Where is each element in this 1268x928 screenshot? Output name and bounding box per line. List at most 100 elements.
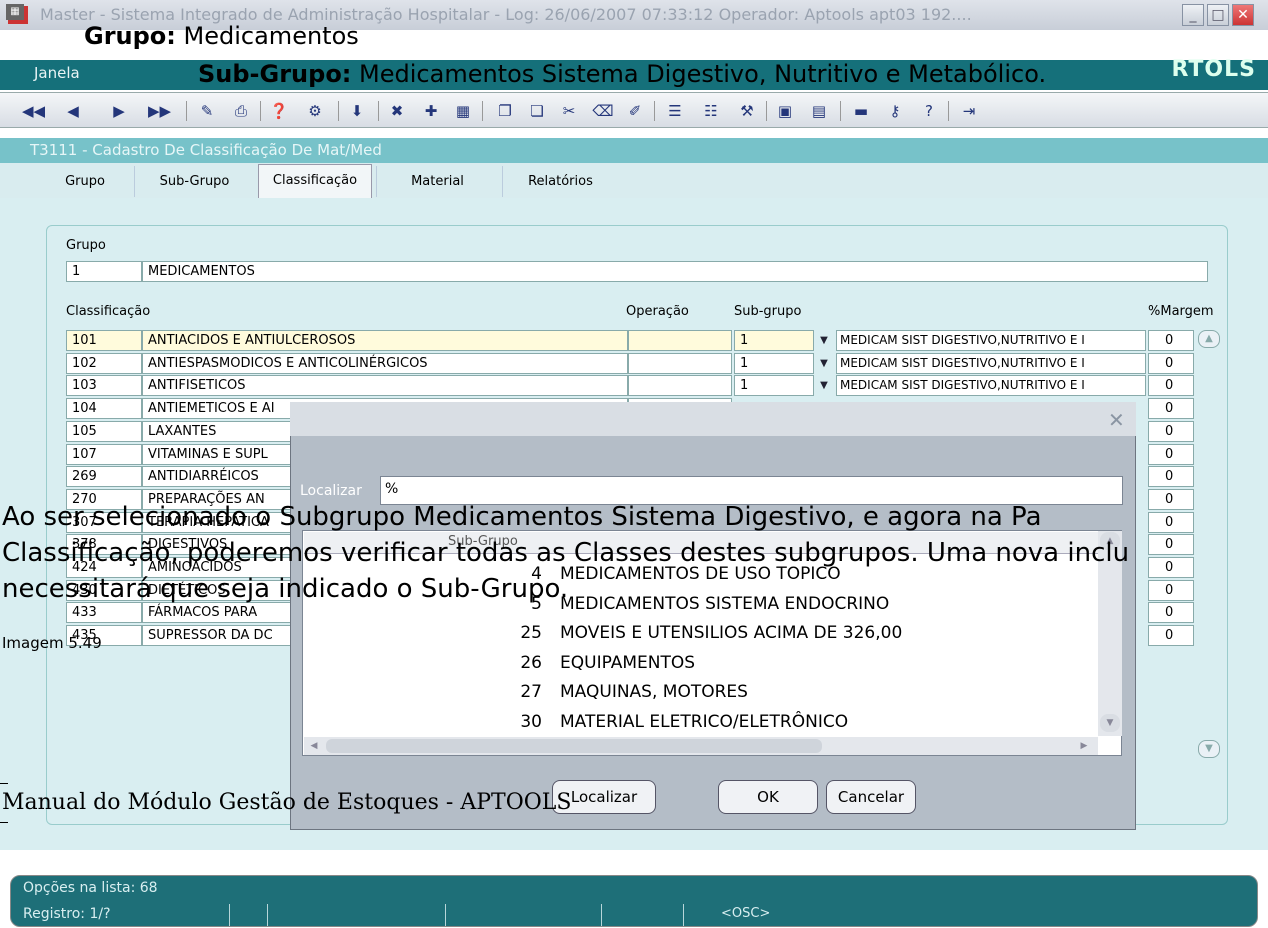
help-icon[interactable]: ?	[918, 101, 940, 121]
list-item-name[interactable]: MAQUINAS, MOTORES	[560, 682, 748, 702]
query-icon[interactable]: ❓	[268, 101, 290, 121]
form-icon: ▦	[6, 4, 24, 20]
form-title: T3111 - Cadastro De Classificação De Mat…	[0, 138, 1268, 163]
row-subgrupo-name[interactable]: MEDICAM SIST DIGESTIVO,NUTRITIVO E I	[836, 330, 1146, 351]
tab-grupo[interactable]: Grupo	[40, 166, 130, 197]
print-icon[interactable]: ⎙	[230, 101, 252, 121]
list-item-code[interactable]: 25	[480, 623, 542, 643]
list-item-name[interactable]: MEDICAMENTOS SISTEMA ENDOCRINO	[560, 594, 889, 614]
row-subgrupo[interactable]: 1	[734, 352, 814, 374]
brand-logo: RTOLS	[1171, 57, 1256, 82]
row-operacao[interactable]	[628, 375, 732, 397]
row-margem[interactable]: 0	[1148, 330, 1194, 351]
exit-icon[interactable]: ⇥	[958, 101, 980, 121]
ok-button[interactable]: OK	[718, 780, 818, 814]
list-item-name[interactable]: MATERIAL ELETRICO/ELETRÔNICO	[560, 712, 848, 732]
grupo-name-field[interactable]: MEDICAMENTOS	[142, 261, 1208, 282]
row-margem[interactable]: 0	[1148, 443, 1194, 465]
last-record-icon[interactable]: ▶▶	[148, 101, 171, 121]
delete-record-icon[interactable]: ✖	[386, 101, 408, 121]
close-button[interactable]: ✕	[1232, 4, 1254, 26]
list-item-code[interactable]: 30	[480, 712, 542, 732]
row-name[interactable]: ANTIACIDOS E ANTIULCEROSOS	[142, 330, 628, 351]
cancelar-button[interactable]: Cancelar	[826, 780, 916, 814]
row-margem[interactable]: 0	[1148, 420, 1194, 442]
table-scroll-up-icon[interactable]: ▲	[1198, 330, 1220, 348]
row-margem[interactable]: 0	[1148, 466, 1194, 488]
edit-field-icon[interactable]: ✐	[624, 101, 646, 121]
first-record-icon[interactable]: ◀◀	[22, 101, 45, 121]
list-item-name[interactable]: EQUIPAMENTOS	[560, 653, 695, 673]
window-icon[interactable]: ▣	[774, 101, 796, 121]
list-scroll-left-icon[interactable]: ◀	[306, 738, 322, 754]
insert-record-icon[interactable]: ✚	[420, 101, 442, 121]
maximize-button[interactable]: □	[1207, 4, 1229, 26]
toolbar: ◀◀ ◀ ▶ ▶▶ ✎ ⎙ ❓ ⚙ ⬇ ✖ ✚ ▦ ❐ ❏ ✂ ⌫ ✐ ☰ ☷ …	[0, 92, 1268, 128]
subgrupo-dropdown-icon[interactable]: ▼	[814, 353, 834, 374]
subgrupo-dropdown-icon[interactable]: ▼	[814, 330, 834, 351]
row-code[interactable]: 269	[66, 466, 142, 488]
prev-record-icon[interactable]: ◀	[62, 101, 84, 121]
windows-icon[interactable]: ▤	[808, 101, 830, 121]
report-icon[interactable]: ☷	[700, 101, 722, 121]
tools-icon[interactable]: ⚒	[736, 101, 758, 121]
edit-icon[interactable]: ✎	[196, 101, 218, 121]
help-key-icon[interactable]: ⚷	[884, 101, 906, 121]
header-classificacao: Classificação	[66, 304, 151, 319]
row-margem[interactable]: 0	[1148, 398, 1194, 420]
row-margem[interactable]: 0	[1148, 625, 1194, 647]
row-code[interactable]: 102	[66, 352, 142, 374]
row-code[interactable]: 107	[66, 443, 142, 465]
row-subgrupo[interactable]: 1	[734, 375, 814, 397]
list-item-code[interactable]: 26	[480, 653, 542, 673]
row-code[interactable]: 433	[66, 602, 142, 624]
row-code[interactable]: 103	[66, 375, 142, 397]
subgrupo-dropdown-icon[interactable]: ▼	[814, 375, 834, 396]
row-margem[interactable]: 0	[1148, 602, 1194, 624]
row-name[interactable]: ANTIFISETICOS	[142, 375, 628, 397]
execute-query-icon[interactable]: ⚙	[304, 101, 326, 121]
save-icon[interactable]: ⬇	[346, 101, 368, 121]
list-hscroll-thumb[interactable]	[326, 739, 822, 753]
list-item-name[interactable]: MOVEIS E UTENSILIOS ACIMA DE 326,00	[560, 623, 902, 643]
row-code[interactable]: 105	[66, 420, 142, 442]
row-code[interactable]: 101	[66, 330, 142, 351]
tab-relatorios[interactable]: Relatórios	[502, 166, 618, 197]
status-osc: <OSC>	[721, 906, 771, 921]
copy-icon[interactable]: ❐	[494, 101, 516, 121]
row-operacao[interactable]	[628, 330, 732, 351]
row-code[interactable]: 104	[66, 398, 142, 420]
row-margem[interactable]: 0	[1148, 375, 1194, 397]
overlay-grupo-label: Grupo:	[84, 22, 176, 50]
grid-icon[interactable]: ▦	[452, 101, 474, 121]
dialog-close-icon[interactable]: ✕	[1108, 408, 1125, 432]
row-name[interactable]: ANTIESPASMODICOS E ANTICOLINÉRGICOS	[142, 352, 628, 374]
row-subgrupo[interactable]: 1	[734, 330, 814, 351]
table-scroll-down-icon[interactable]: ▼	[1198, 740, 1220, 758]
row-subgrupo-name[interactable]: MEDICAM SIST DIGESTIVO,NUTRITIVO E I	[836, 375, 1146, 397]
row-margem[interactable]: 0	[1148, 352, 1194, 374]
header-subgrupo: Sub-grupo	[734, 304, 802, 319]
list-item-code[interactable]: 27	[480, 682, 542, 702]
row-margem[interactable]: 0	[1148, 579, 1194, 601]
tab-classificacao[interactable]: Classificação	[258, 164, 372, 198]
status-opcoes: Opções na lista: 68	[23, 880, 158, 896]
row-operacao[interactable]	[628, 352, 732, 374]
clear-icon[interactable]: ⌫	[592, 101, 614, 121]
list-icon[interactable]: ☰	[664, 101, 686, 121]
grupo-code-field[interactable]: 1	[66, 261, 142, 282]
paste-icon[interactable]: ❏	[526, 101, 548, 121]
next-record-icon[interactable]: ▶	[108, 101, 130, 121]
menu-janela[interactable]: Janela	[34, 64, 80, 82]
list-scroll-down-icon[interactable]: ▼	[1100, 714, 1120, 732]
localizar-input[interactable]: %	[380, 476, 1123, 505]
minimize-button[interactable]: _	[1182, 4, 1204, 26]
row-subgrupo-name[interactable]: MEDICAM SIST DIGESTIVO,NUTRITIVO E I	[836, 352, 1146, 374]
tab-sub-grupo[interactable]: Sub-Grupo	[134, 166, 254, 197]
localizar-label: Localizar	[300, 483, 362, 499]
message-icon[interactable]: ▬	[850, 101, 872, 121]
cut-icon[interactable]: ✂	[558, 101, 580, 121]
overlay-subgrupo-label: Sub-Grupo:	[198, 60, 352, 88]
tab-material[interactable]: Material	[376, 166, 498, 197]
list-scroll-right-icon[interactable]: ▶	[1076, 738, 1092, 754]
